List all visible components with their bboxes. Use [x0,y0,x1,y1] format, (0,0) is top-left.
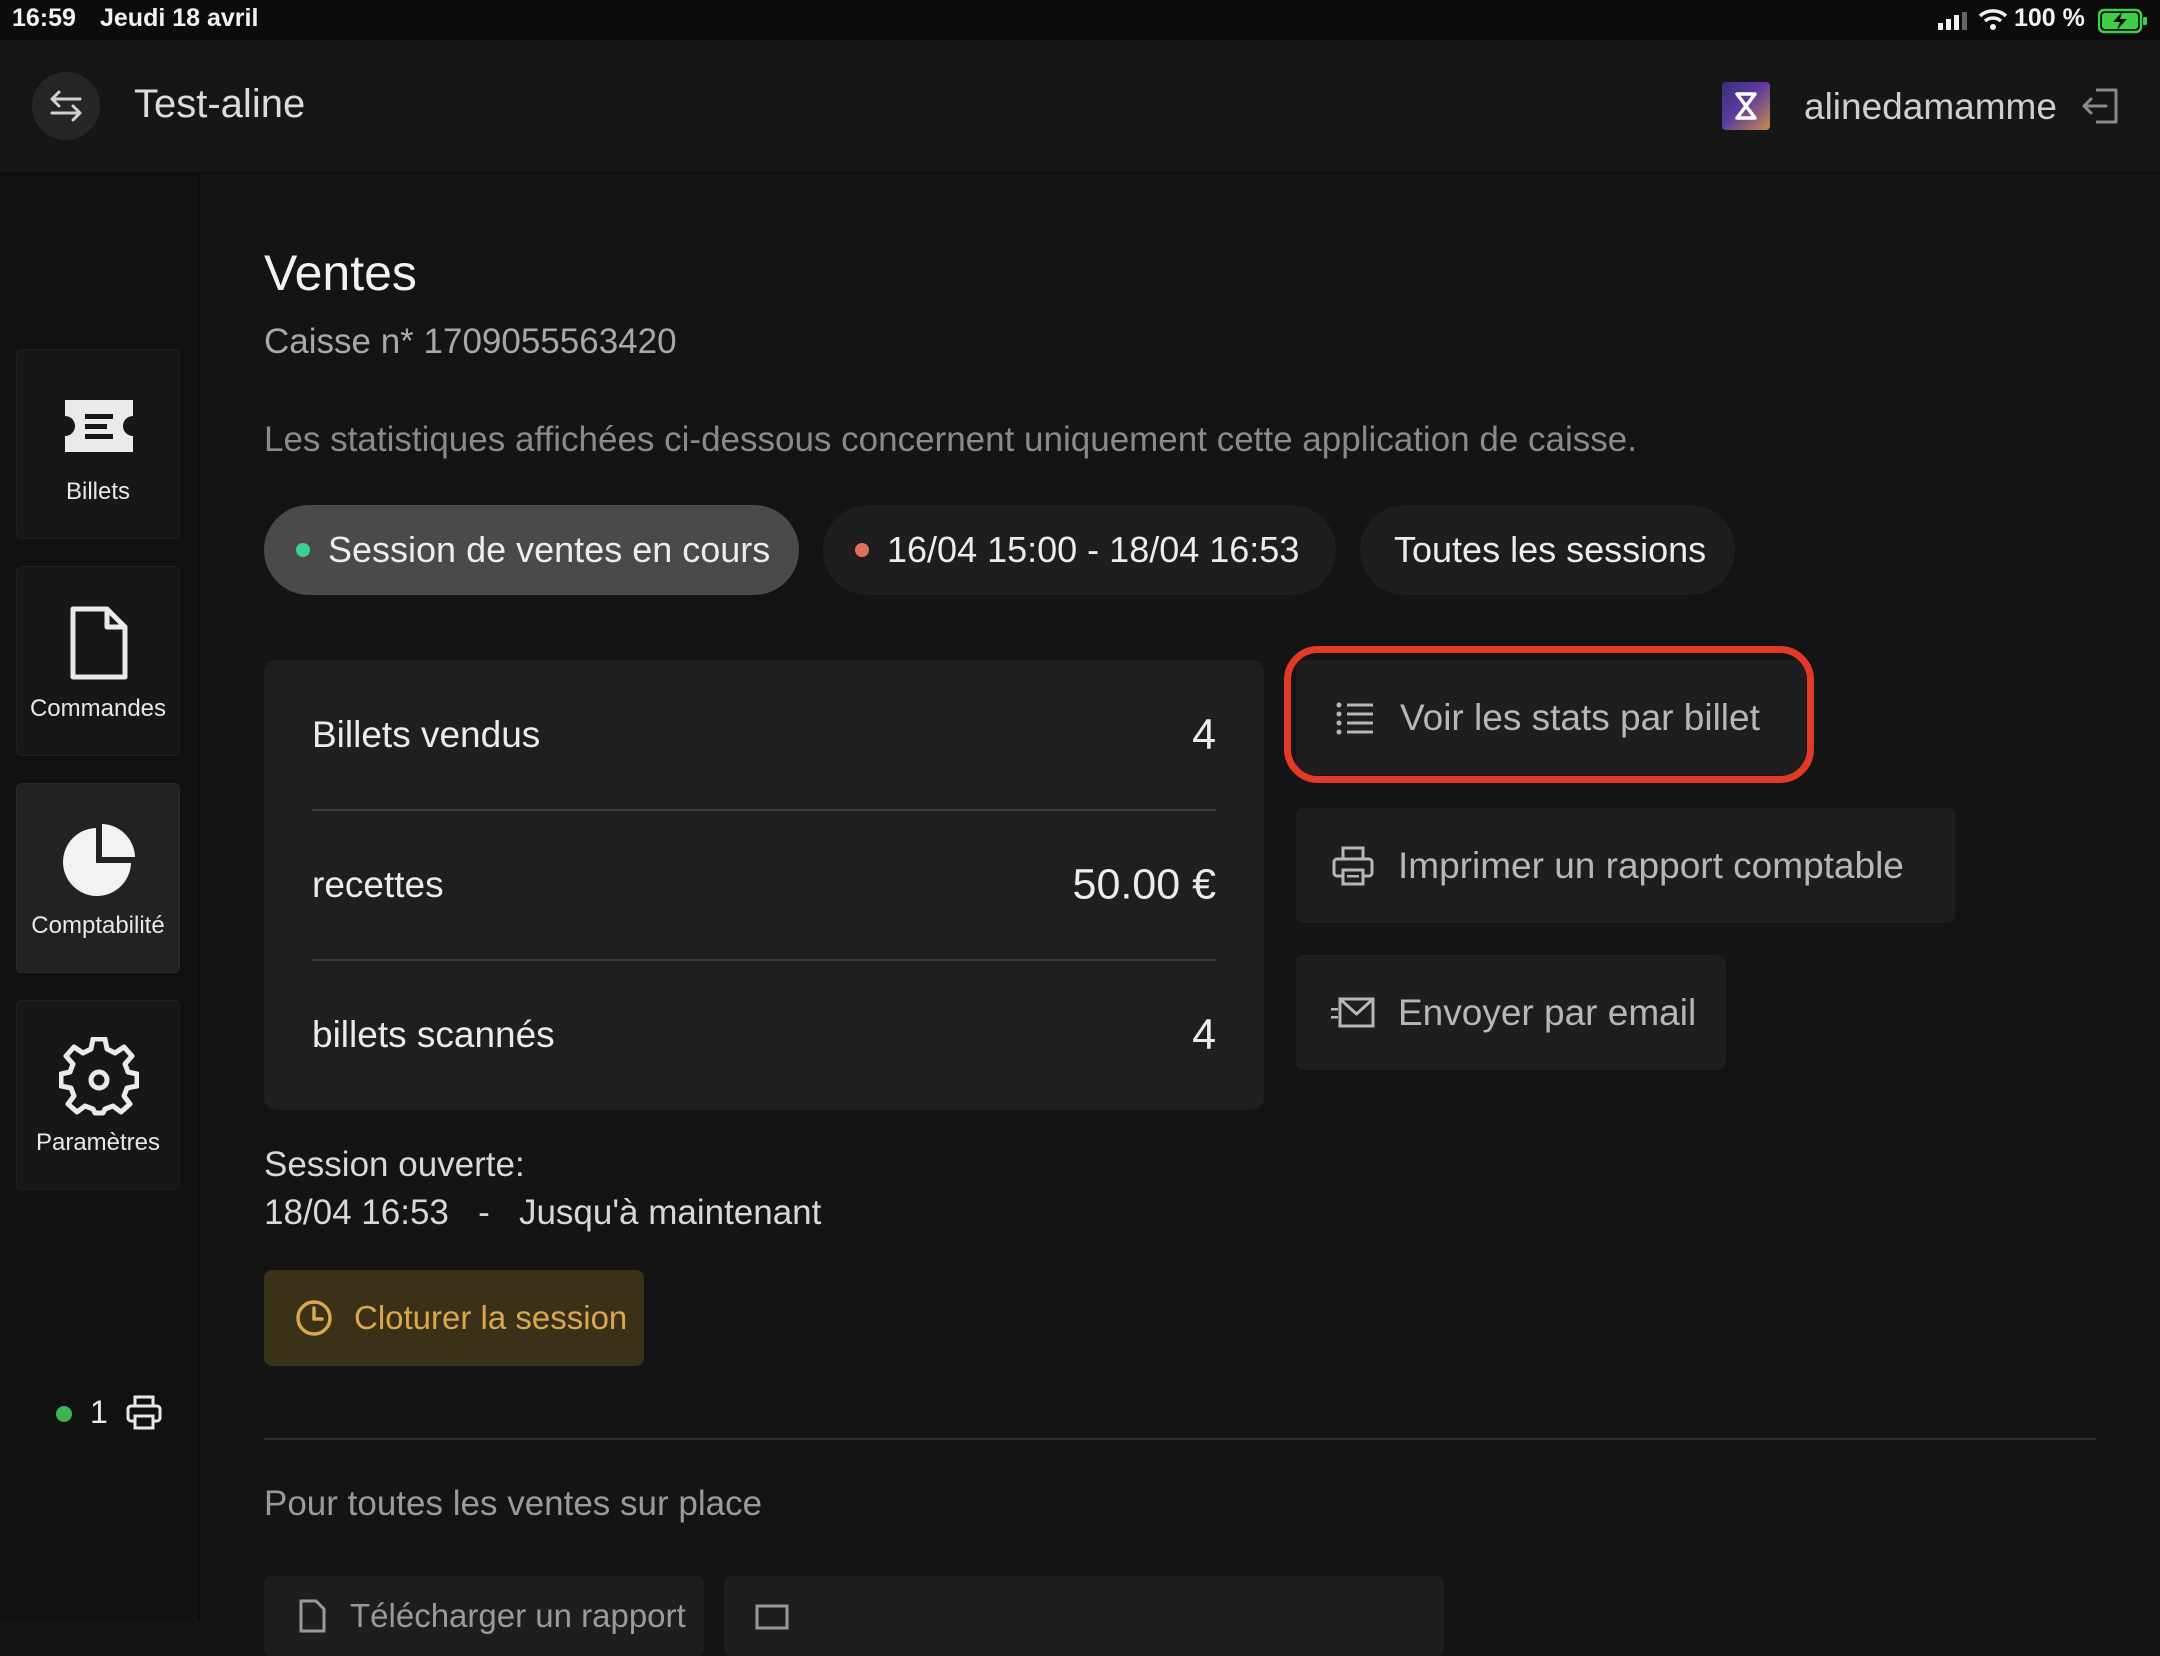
stat-value: 4 [1192,710,1216,759]
highlight-annotation [1284,646,1814,783]
sidebar-item-label: Commandes [29,695,167,722]
ticket-icon [65,400,133,452]
username[interactable]: alinedamamme [1804,86,2057,128]
stat-label: recettes [312,864,444,905]
user-avatar[interactable] [1722,82,1770,130]
logout-button[interactable] [2080,84,2124,128]
status-date: Jeudi 18 avril [100,4,259,32]
event-title: Test-aline [134,82,306,126]
session-start: 18/04 16:53 [264,1193,449,1232]
session-filter-previous[interactable]: 16/04 15:00 - 18/04 16:53 [823,505,1336,595]
hourglass-logo-icon [1735,92,1757,120]
section-divider [264,1438,2096,1440]
document-icon [299,1599,326,1633]
printer-icon[interactable] [124,1392,164,1432]
gear-icon [59,1037,139,1116]
stat-label: billets scannés [312,1014,555,1055]
onsite-sales-title: Pour toutes les ventes sur place [264,1484,763,1523]
stat-row-tickets-sold: Billets vendus 4 [312,660,1216,810]
battery-charging-icon [2098,8,2147,34]
clock-icon [296,1300,332,1336]
battery-percentage: 100 % [2014,4,2085,32]
sidebar-item-comptabilite[interactable]: Comptabilité [16,783,180,973]
page-title: Ventes [264,245,417,301]
onsite-email-button[interactable] [724,1576,1444,1656]
session-separator: - [478,1193,490,1232]
sidebar-item-parametres[interactable]: Paramètres [16,1000,180,1190]
print-report-button[interactable]: Imprimer un rapport comptable [1296,808,1955,923]
sidebar-item-label: Paramètres [35,1129,161,1156]
app-header: Test-aline alinedamamme [0,40,2160,174]
session-filter-current[interactable]: Session de ventes en cours [264,505,799,595]
stat-value: 4 [1192,1010,1216,1059]
print-report-label: Imprimer un rapport comptable [1398,844,1904,886]
sidebar-item-commandes[interactable]: Commandes [16,566,180,756]
session-filter-all[interactable]: Toutes les sessions [1360,505,1735,595]
sidebar-item-billets[interactable]: Billets [16,349,180,539]
printer-icon [1332,846,1374,885]
status-dot [855,543,869,557]
download-report-button[interactable]: Télécharger un rapport [264,1576,704,1656]
send-email-label: Envoyer par email [1398,991,1697,1033]
stat-row-revenue: recettes 50.00 € [312,810,1216,960]
send-mail-icon [1331,997,1375,1027]
status-time: 16:59 [12,4,76,32]
printer-online-indicator [56,1406,72,1422]
close-session-label: Cloturer la session [354,1299,628,1336]
logout-icon [2082,88,2118,124]
session-filter-label: 16/04 15:00 - 18/04 16:53 [887,529,1300,570]
cellular-signal-icon [1938,12,1967,30]
status-bar: 16:59 Jeudi 18 avril 100 % [0,0,2160,40]
stat-row-tickets-scanned: billets scannés 4 [312,960,1216,1110]
stats-card: Billets vendus 4 recettes 50.00 € billet… [264,660,1264,1110]
send-email-button[interactable]: Envoyer par email [1296,955,1726,1070]
download-report-label: Télécharger un rapport [350,1597,686,1634]
session-range: 18/04 16:53 - Jusqu'à maintenant [264,1193,821,1233]
printer-count: 1 [90,1394,108,1430]
document-icon [70,606,128,680]
stat-value: 50.00 € [1072,860,1216,909]
pie-chart-icon [63,824,135,896]
session-open-label: Session ouverte: [264,1145,525,1184]
session-filter-label: Toutes les sessions [1394,529,1707,570]
stat-label: Billets vendus [312,714,541,755]
status-dot [296,543,310,557]
register-number: Caisse n* 1709055563420 [264,322,677,361]
close-session-button[interactable]: Cloturer la session [264,1270,644,1366]
session-filter-label: Session de ventes en cours [328,529,771,570]
sidebar-item-label: Billets [65,478,131,505]
sidebar-item-label: Comptabilité [31,912,165,939]
swap-arrows-icon [50,90,82,122]
session-end: Jusqu'à maintenant [518,1193,822,1232]
switch-event-button[interactable] [32,72,100,140]
mail-icon [755,1604,789,1630]
stats-info-text: Les statistiques affichées ci-dessous co… [264,420,1637,459]
wifi-icon [1978,9,2008,30]
